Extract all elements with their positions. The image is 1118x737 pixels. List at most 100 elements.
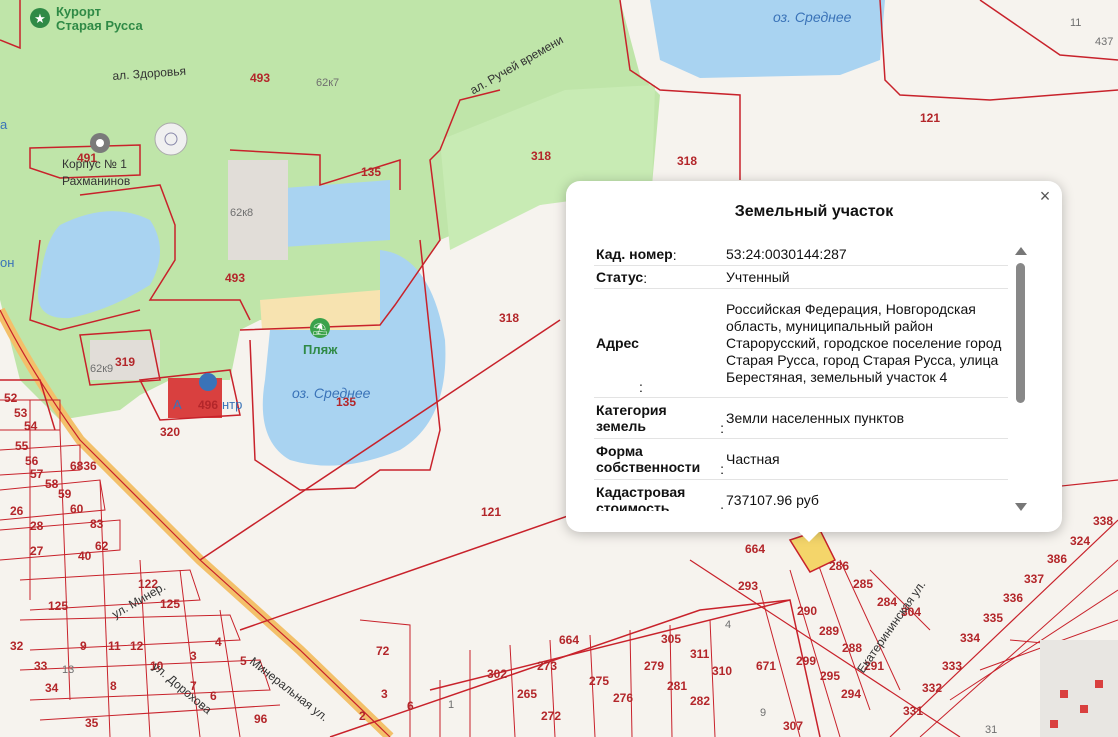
plot-number-label: 318 [677,154,698,168]
lake-label: оз. Среднее [292,385,371,401]
plot-number-label: 135 [361,165,382,179]
plot-number-label: 265 [517,687,538,701]
plot-number-label: 311 [690,647,710,661]
card-row: Адрес: Российская Федерация, Новгородская… [594,289,1008,398]
plot-number-label: 335 [983,611,1004,625]
plot-number-label: 26 [10,504,24,518]
plot-number-label: 59 [58,487,72,501]
plot-number-label: 664 [559,633,580,647]
row-colon: : [672,247,677,263]
plot-number-label: 62 [95,539,109,553]
plot-number-label: 318 [531,149,552,163]
lake-label: оз. Среднее [773,9,852,25]
plot-number-label: 56 [25,454,39,468]
card-row: Кад. номер: 53:24:0030144:287 [594,243,1008,266]
plot-number-label: 8 [110,679,117,693]
building-number-label: 9 [760,707,767,719]
plot-number-label: 52 [4,391,18,405]
scroll-down-icon[interactable] [1015,503,1027,511]
plot-number-label: 96 [254,712,268,726]
building-number-label: 62к9 [90,363,114,375]
card-row: Категория земель: Земли населенных пункто… [594,398,1008,439]
plot-number-label: 121 [920,111,941,125]
poi-label: нтр [222,397,243,412]
plot-number-label: 272 [541,709,562,723]
plot-number-label: 6836 [70,459,97,473]
card-details: Кад. номер: 53:24:0030144:287 Статус: Учтен… [594,243,1008,511]
plot-number-label: 299 [796,654,817,668]
building-number-label: 62к7 [316,77,340,89]
center-icon [199,373,217,391]
plot-number-label: 333 [942,659,963,673]
plot-number-label: 664 [745,542,766,556]
row-colon: : [643,270,648,286]
plot-number-label: 496 [198,398,219,412]
row-colon: : [720,420,724,436]
plot-number-label: 72 [376,644,390,658]
plot-number-label: 121 [481,505,502,519]
plot-number-label: 337 [1024,572,1045,586]
card-pointer [799,532,819,542]
plot-number-label: 286 [829,559,850,573]
plot-number-label: 5 [240,654,247,668]
plot-number-label: 3 [190,649,197,663]
plot-number-label: 273 [537,659,558,673]
card-row-value: 53:24:0030144:287 [726,245,847,262]
plot-number-label: 281 [667,679,688,693]
poi-label: Пляж [303,342,338,357]
plot-number-label: 4 [215,635,222,649]
plot-number-label: 12 [130,639,144,653]
plot-number-label: 290 [797,604,818,618]
card-row: Кадастровая стоимость:737107.96 руб [594,480,1008,511]
plot-number-label: 27 [30,544,44,558]
plot-number-label: 332 [922,681,943,695]
plot-number-label: 305 [661,632,682,646]
museum-icon [90,133,110,153]
card-row-value: Земли населенных пунктов [726,409,905,426]
card-row-value: Российская Федерация, Новгородская облас… [726,300,1002,385]
plot-number-label: 55 [15,439,29,453]
scroll-up-icon[interactable] [1015,247,1027,255]
card-row-value: Частная [726,450,780,467]
svg-text:⛱: ⛱ [312,322,327,336]
plot-number-label: 83 [90,517,104,531]
plot-number-label: 40 [78,549,92,563]
plot-number-label: 125 [48,599,69,613]
plot-number-label: 53 [14,406,28,420]
plot-number-label: 493 [250,71,271,85]
plot-number-label: 58 [45,477,59,491]
poi-label: Курорт [56,4,102,19]
poi-label: он [0,255,15,270]
plot-number-label: 319 [115,355,136,369]
plot-number-label: 307 [783,719,804,733]
plot-number-label: 9 [80,639,87,653]
card-row-key: Форма собственности: [596,443,724,477]
scroll-thumb[interactable] [1016,263,1025,403]
plot-number-label: 338 [1093,514,1114,528]
poi-label: Корпус № 1 [62,157,127,171]
row-colon: : [638,379,643,395]
plot-number-label: 293 [738,579,759,593]
resort-star-icon: ★ [30,8,50,28]
card-row: Форма собственности: Частная [594,439,1008,480]
plot-number-label: 125 [160,597,181,611]
card-title: Земельный участок [734,203,894,220]
poi-label: Рахманинов [62,174,131,188]
plot-number-label: 60 [70,502,84,516]
plot-number-label: 284 [877,595,898,609]
plot-number-label: 331 [903,704,924,718]
card-row-key: Кад. номер: [596,246,677,263]
building-number-label: 4 [725,619,732,631]
plot-number-label: 285 [853,577,874,591]
plot-number-label: 35 [85,716,99,730]
card-scrollbar[interactable] [1014,243,1028,511]
plot-number-label: 324 [1070,534,1091,548]
plot-number-label: 294 [841,687,862,701]
building-number-label: 13 [62,664,75,676]
plot-number-label: 28 [30,519,44,533]
card-row-key: Кадастровая стоимость: [594,480,726,511]
building-number-label: 11 [1070,17,1082,29]
plot-number-label: 334 [960,631,981,645]
poi-label: А [173,397,182,412]
row-colon: : [720,502,724,511]
